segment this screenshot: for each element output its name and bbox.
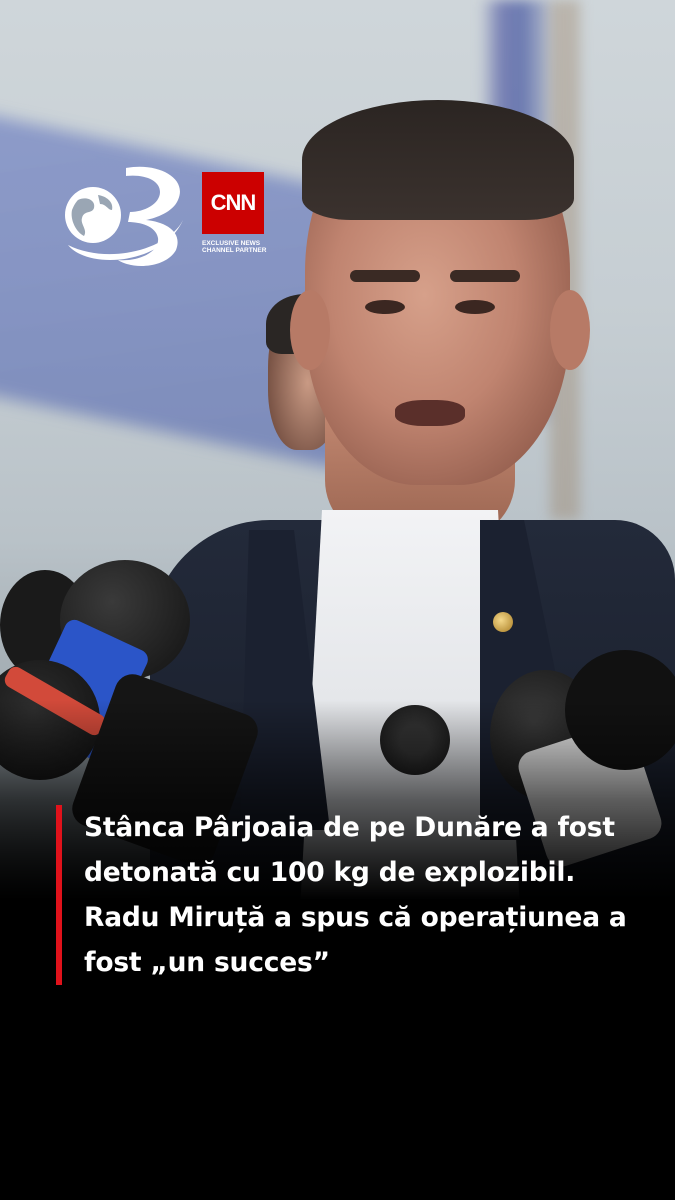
- caption-accent-bar: [56, 805, 62, 985]
- partner-tagline: EXCLUSIVE NEWS CHANNEL PARTNER: [202, 240, 267, 254]
- headline-text: Stânca Pârjoaia de pe Dunăre a fost deto…: [84, 812, 627, 978]
- antena3-globe-icon: [65, 166, 183, 266]
- cnn-logo: CNN: [202, 172, 264, 234]
- lapel-pin: [493, 612, 513, 632]
- cnn-logo-text: CNN: [210, 190, 257, 215]
- antena3-logo: [48, 160, 198, 275]
